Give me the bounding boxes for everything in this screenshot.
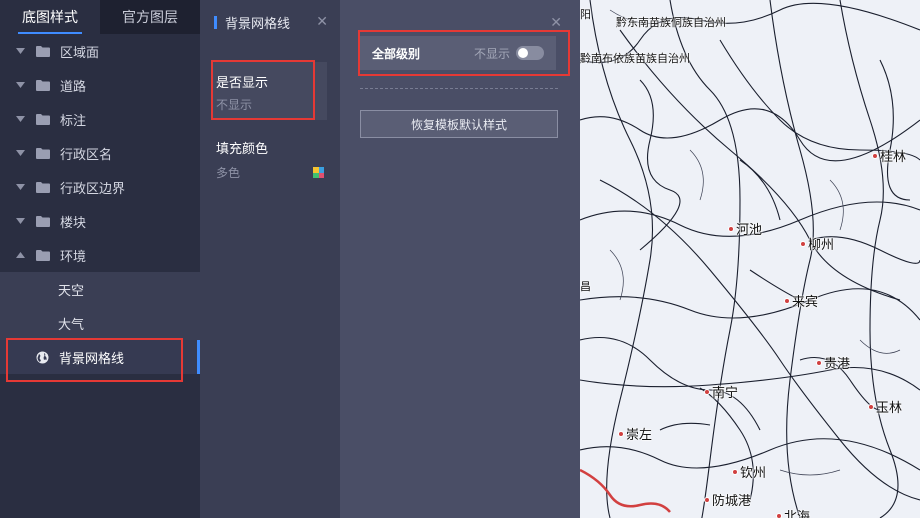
folder-icon [36,113,50,125]
sidebar-tabs: 底图样式 官方图层 [0,0,200,34]
city-dot [872,152,878,159]
map-label-edge-top: 阳 [580,9,591,21]
city-guilin: 桂林 [872,146,906,165]
map-view[interactable]: 阳 黔东南苗族侗族自治州 黔南布依族苗族自治州 昌 桂林 河池 柳州 来宾 贵港… [580,0,920,518]
caret-down-icon[interactable] [14,147,26,159]
reset-default-style-button[interactable]: 恢复模板默认样式 [360,110,558,138]
level-label: 全部级别 [372,46,421,61]
tree-item-label: 背景网格线 [59,350,125,366]
tree-item-area[interactable]: 区域面 [0,34,200,68]
tree-item-atmosphere[interactable]: 大气 [0,306,200,340]
visibility-value: 不显示 [216,98,253,112]
close-icon[interactable]: ✕ [550,14,562,31]
fill-color-row: 多色 [216,164,324,181]
visibility-property[interactable]: 是否显示 不显示 [212,62,327,120]
visibility-title: 是否显示 [216,75,269,90]
caret-down-icon[interactable] [14,79,26,91]
visibility-toggle[interactable] [516,46,544,60]
folder-icon [36,147,50,159]
caret-down-icon[interactable] [14,113,26,125]
city-dot [784,297,790,304]
style-sidebar: 底图样式 官方图层 区域面 道路 标注 行政区名 行政区边界 楼块 环境 天空 … [0,0,200,518]
divider [360,88,558,89]
tree-item-road[interactable]: 道路 [0,68,200,102]
city-dot [704,388,710,395]
tree-item-buildings[interactable]: 楼块 [0,204,200,238]
city-liuzhou: 柳州 [800,234,834,253]
caret-down-icon[interactable] [14,181,26,193]
tree-item-sky[interactable]: 天空 [0,272,200,306]
folder-icon [36,79,50,91]
panel-header: 背景网格线 ✕ [200,0,340,44]
layer-tree: 区域面 道路 标注 行政区名 行政区边界 楼块 环境 天空 大气 背景网格线 [0,34,200,374]
city-chongzuo: 崇左 [618,424,652,443]
tree-item-environment[interactable]: 环境 [0,238,200,272]
level-row: 全部级别 不显示 [360,36,556,70]
city-fangchenggang: 防城港 [704,490,751,509]
folder-icon [36,215,50,227]
folder-icon [36,181,50,193]
fill-color-title: 填充颜色 [216,141,269,156]
folder-icon [36,249,50,261]
folder-icon [36,45,50,57]
tree-item-label: 环境 [60,248,87,264]
city-dot [800,240,806,247]
fill-color-value: 多色 [216,166,241,180]
tree-item-label: 楼块 [60,214,87,230]
multicolor-swatch-icon[interactable] [313,167,324,178]
tab-basemap-style[interactable]: 底图样式 [0,0,100,34]
city-dot [704,496,710,503]
map-label-qiannan: 黔南布依族苗族自治州 [580,53,690,65]
city-yulin: 玉林 [868,397,902,416]
globe-icon [36,351,49,363]
tree-item-label: 道路 [60,78,87,94]
environment-children: 天空 大气 背景网格线 [0,272,200,374]
city-qinzhou: 钦州 [732,462,766,481]
tree-item-background-grid[interactable]: 背景网格线 [0,340,200,374]
city-dot [868,403,874,410]
tree-item-label: 区域面 [60,44,100,60]
toggle-knob [518,48,528,58]
city-dot [816,359,822,366]
tree-item-label: 标注 [60,112,87,128]
caret-up-icon[interactable] [14,249,26,261]
caret-down-icon[interactable] [14,215,26,227]
city-nanning: 南宁 [704,382,738,401]
close-icon[interactable]: ✕ [316,13,328,30]
header-accent-bar [214,15,217,29]
tree-item-admin-name[interactable]: 行政区名 [0,136,200,170]
city-dot [618,430,624,437]
tab-official-layers[interactable]: 官方图层 [100,0,200,34]
level-state: 不显示 [473,46,510,61]
panel-title: 背景网格线 [225,15,291,31]
tree-item-annotation[interactable]: 标注 [0,102,200,136]
city-dot [732,468,738,475]
caret-down-icon[interactable] [14,45,26,57]
city-laibin: 来宾 [784,291,818,310]
layer-properties-panel: 背景网格线 ✕ 是否显示 不显示 填充颜色 多色 [200,0,340,518]
city-guigang: 贵港 [816,353,850,372]
level-settings-panel: ✕ 全部级别 不显示 恢复模板默认样式 [340,0,580,518]
tree-item-label: 行政区名 [60,146,113,162]
city-dot [728,225,734,232]
city-dot [776,512,782,518]
fill-color-property[interactable]: 填充颜色 多色 [216,138,324,181]
tree-item-admin-boundary[interactable]: 行政区边界 [0,170,200,204]
map-label-edge-left: 昌 [580,281,591,293]
tree-item-label: 行政区边界 [60,180,126,196]
map-label-qiandongnan: 黔东南苗族侗族自治州 [616,17,726,29]
city-beihai: 北海 [776,506,810,518]
city-hechi: 河池 [728,219,762,238]
